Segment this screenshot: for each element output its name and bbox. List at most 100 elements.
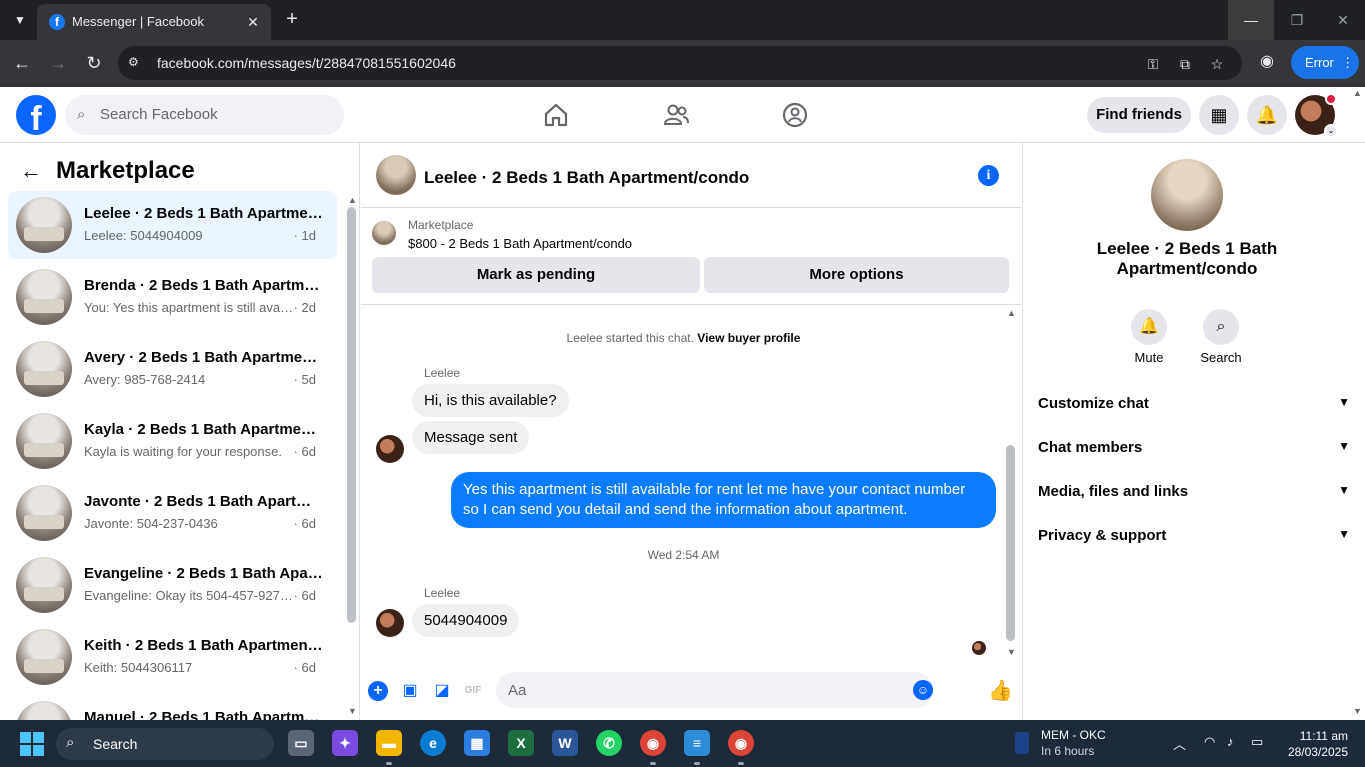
chat-scroll-down-icon[interactable]: ▼ [1007,647,1016,657]
friends-icon[interactable] [662,101,690,129]
menu-grid-icon[interactable]: ▦ [1199,95,1239,135]
find-friends-button[interactable]: Find friends [1087,97,1191,133]
media-files-links-row[interactable]: Media, files and links ▼ [1038,471,1350,515]
reload-icon[interactable]: ↻ [82,51,106,75]
conversation-item[interactable]: Javonte · 2 Beds 1 Bath Apartment/condo … [8,479,337,547]
conversation-item[interactable]: Evangeline · 2 Beds 1 Bath Apartment/con… [8,551,337,619]
close-window-button[interactable]: ✕ [1320,0,1365,40]
listing-avatar[interactable] [1151,159,1223,231]
incoming-message[interactable]: Message sent [412,421,530,454]
search-icon[interactable]: ⌕ [1203,309,1239,345]
taskbar-search[interactable]: ⌕ Search [56,728,274,760]
chat-panel: Leelee · 2 Beds 1 Bath Apartment/condo i… [361,143,1021,720]
profile-icon[interactable]: ◉ [1255,51,1279,75]
chrome-profile-icon[interactable]: ◉ [728,730,754,756]
facebook-logo[interactable]: f [16,95,56,135]
system-clock[interactable]: 11:11 am 28/03/2025 [1270,728,1348,760]
copilot-icon[interactable]: ✦ [332,730,358,756]
whatsapp-icon[interactable]: ✆ [596,730,622,756]
file-explorer-icon[interactable]: ▬ [376,730,402,756]
scroll-down-arrow-icon[interactable]: ▼ [348,706,357,716]
url-text[interactable]: facebook.com/messages/t/2884708155160204… [157,55,456,71]
volume-icon[interactable]: ♪ [1227,734,1234,749]
listing-thumbnail[interactable] [372,221,396,245]
outgoing-message[interactable]: Yes this apartment is still available fo… [451,472,996,528]
incoming-message[interactable]: Hi, is this available? [412,384,569,417]
forward-icon[interactable]: → [46,51,70,75]
chrome-icon[interactable]: ◉ [640,730,666,756]
windows-start-icon[interactable] [20,732,44,756]
groups-icon[interactable] [781,101,809,129]
page-scroll-down-icon[interactable]: ▼ [1353,706,1362,716]
plus-icon[interactable]: + [368,681,388,701]
new-tab-button[interactable]: + [280,8,304,32]
back-arrow-icon[interactable]: ← [20,159,44,183]
home-icon[interactable] [542,101,570,129]
maximize-button[interactable]: ❐ [1274,0,1320,40]
windows-taskbar: ⌕ Search ▭ ✦ ▬ e ▦ X W ✆ ◉ ≡ ◉ MEM - OKC… [0,720,1365,767]
word-icon[interactable]: W [552,730,578,756]
conversation-item[interactable]: Kayla · 2 Beds 1 Bath Apartment/condo Ka… [8,407,337,475]
conversation-name: Avery · 2 Beds 1 Bath Apartment/condo [84,349,324,366]
task-view-icon[interactable]: ▭ [288,730,314,756]
info-icon[interactable]: i [978,165,999,186]
error-button[interactable]: Error ⋮ [1291,46,1359,79]
customize-chat-row[interactable]: Customize chat ▼ [1038,383,1350,427]
back-icon[interactable]: ← [10,51,34,75]
chat-avatar[interactable] [376,155,416,195]
tray-overflow-icon[interactable]: ︿ [1173,734,1186,753]
message-input[interactable]: Aa ☺ [496,672,933,708]
wifi-icon[interactable]: ◠ [1204,734,1215,750]
chat-scroll-up-icon[interactable]: ▲ [1007,308,1016,318]
page-scroll-up-icon[interactable]: ▲ [1353,88,1362,98]
notepad-icon[interactable]: ≡ [684,730,710,756]
privacy-support-row[interactable]: Privacy & support ▼ [1038,515,1350,559]
chevron-down-icon: ▼ [1338,395,1350,409]
mute-action[interactable]: 🔔 Mute [1119,309,1179,365]
search-action[interactable]: ⌕ Search [1191,309,1251,365]
site-info-icon[interactable]: ⚙ [128,55,144,71]
conversation-item[interactable]: Leelee · 2 Beds 1 Bath Apartment/condo L… [8,191,337,259]
chat-members-row[interactable]: Chat members ▼ [1038,427,1350,471]
conversation-name: Evangeline · 2 Beds 1 Bath Apartment/con… [84,565,324,582]
conversation-item[interactable]: Manuel · 2 Beds 1 Bath Apartment/condo [8,695,337,720]
thumbs-up-icon[interactable]: 👍 [988,678,1013,702]
incoming-message[interactable]: 5044904009 [412,604,520,637]
sender-avatar[interactable] [376,609,404,637]
address-bar[interactable]: ⚙ facebook.com/messages/t/28847081551602… [118,46,1242,80]
password-key-icon[interactable]: ⚿ [1144,56,1162,74]
install-app-icon[interactable]: ⧉ [1176,56,1194,74]
photo-icon[interactable]: ▣ [400,681,420,701]
minimize-button[interactable]: — [1228,0,1274,40]
listing-price[interactable]: $800 - 2 Beds 1 Bath Apartment/condo [408,236,632,251]
search-facebook-input[interactable]: ⌕ Search Facebook [65,95,344,135]
view-buyer-profile-link[interactable]: View buyer profile [697,331,800,345]
sender-name: Leelee [424,586,461,600]
mute-bell-icon[interactable]: 🔔 [1131,309,1167,345]
tab-close-icon[interactable]: ✕ [243,12,263,32]
emoji-icon[interactable]: ☺ [913,680,933,700]
browser-tab[interactable]: f Messenger | Facebook ✕ [37,4,271,40]
edge-icon[interactable]: e [420,730,446,756]
mark-as-pending-button[interactable]: Mark as pending [372,257,700,293]
sticker-icon[interactable]: ◪ [432,681,452,701]
scroll-up-arrow-icon[interactable]: ▲ [348,195,357,205]
sender-avatar[interactable] [376,435,404,463]
conversation-item[interactable]: Brenda · 2 Beds 1 Bath Apartment/condo Y… [8,263,337,331]
conversation-item[interactable]: Keith · 2 Beds 1 Bath Apartment/condo Ke… [8,623,337,691]
chat-title[interactable]: Leelee · 2 Beds 1 Bath Apartment/condo [424,168,749,188]
battery-icon[interactable]: ▭ [1251,734,1263,750]
facebook-header: f ⌕ Search Facebook Find friends ▦ 🔔 ⌄ [0,87,1365,143]
bookmark-star-icon[interactable]: ☆ [1208,56,1226,74]
more-options-button[interactable]: More options [704,257,1009,293]
chat-header: Leelee · 2 Beds 1 Bath Apartment/condo i [361,143,1021,208]
microsoft-store-icon[interactable]: ▦ [464,730,490,756]
gif-icon[interactable]: GIF [463,681,483,701]
account-avatar[interactable]: ⌄ [1295,93,1338,138]
conversation-item[interactable]: Avery · 2 Beds 1 Bath Apartment/condo Av… [8,335,337,403]
notifications-bell-icon[interactable]: 🔔 [1247,95,1287,135]
chat-scrollbar[interactable] [1006,445,1015,641]
tab-search-icon[interactable]: ▼ [8,8,32,32]
sidebar-scrollbar[interactable] [347,207,356,623]
excel-icon[interactable]: X [508,730,534,756]
